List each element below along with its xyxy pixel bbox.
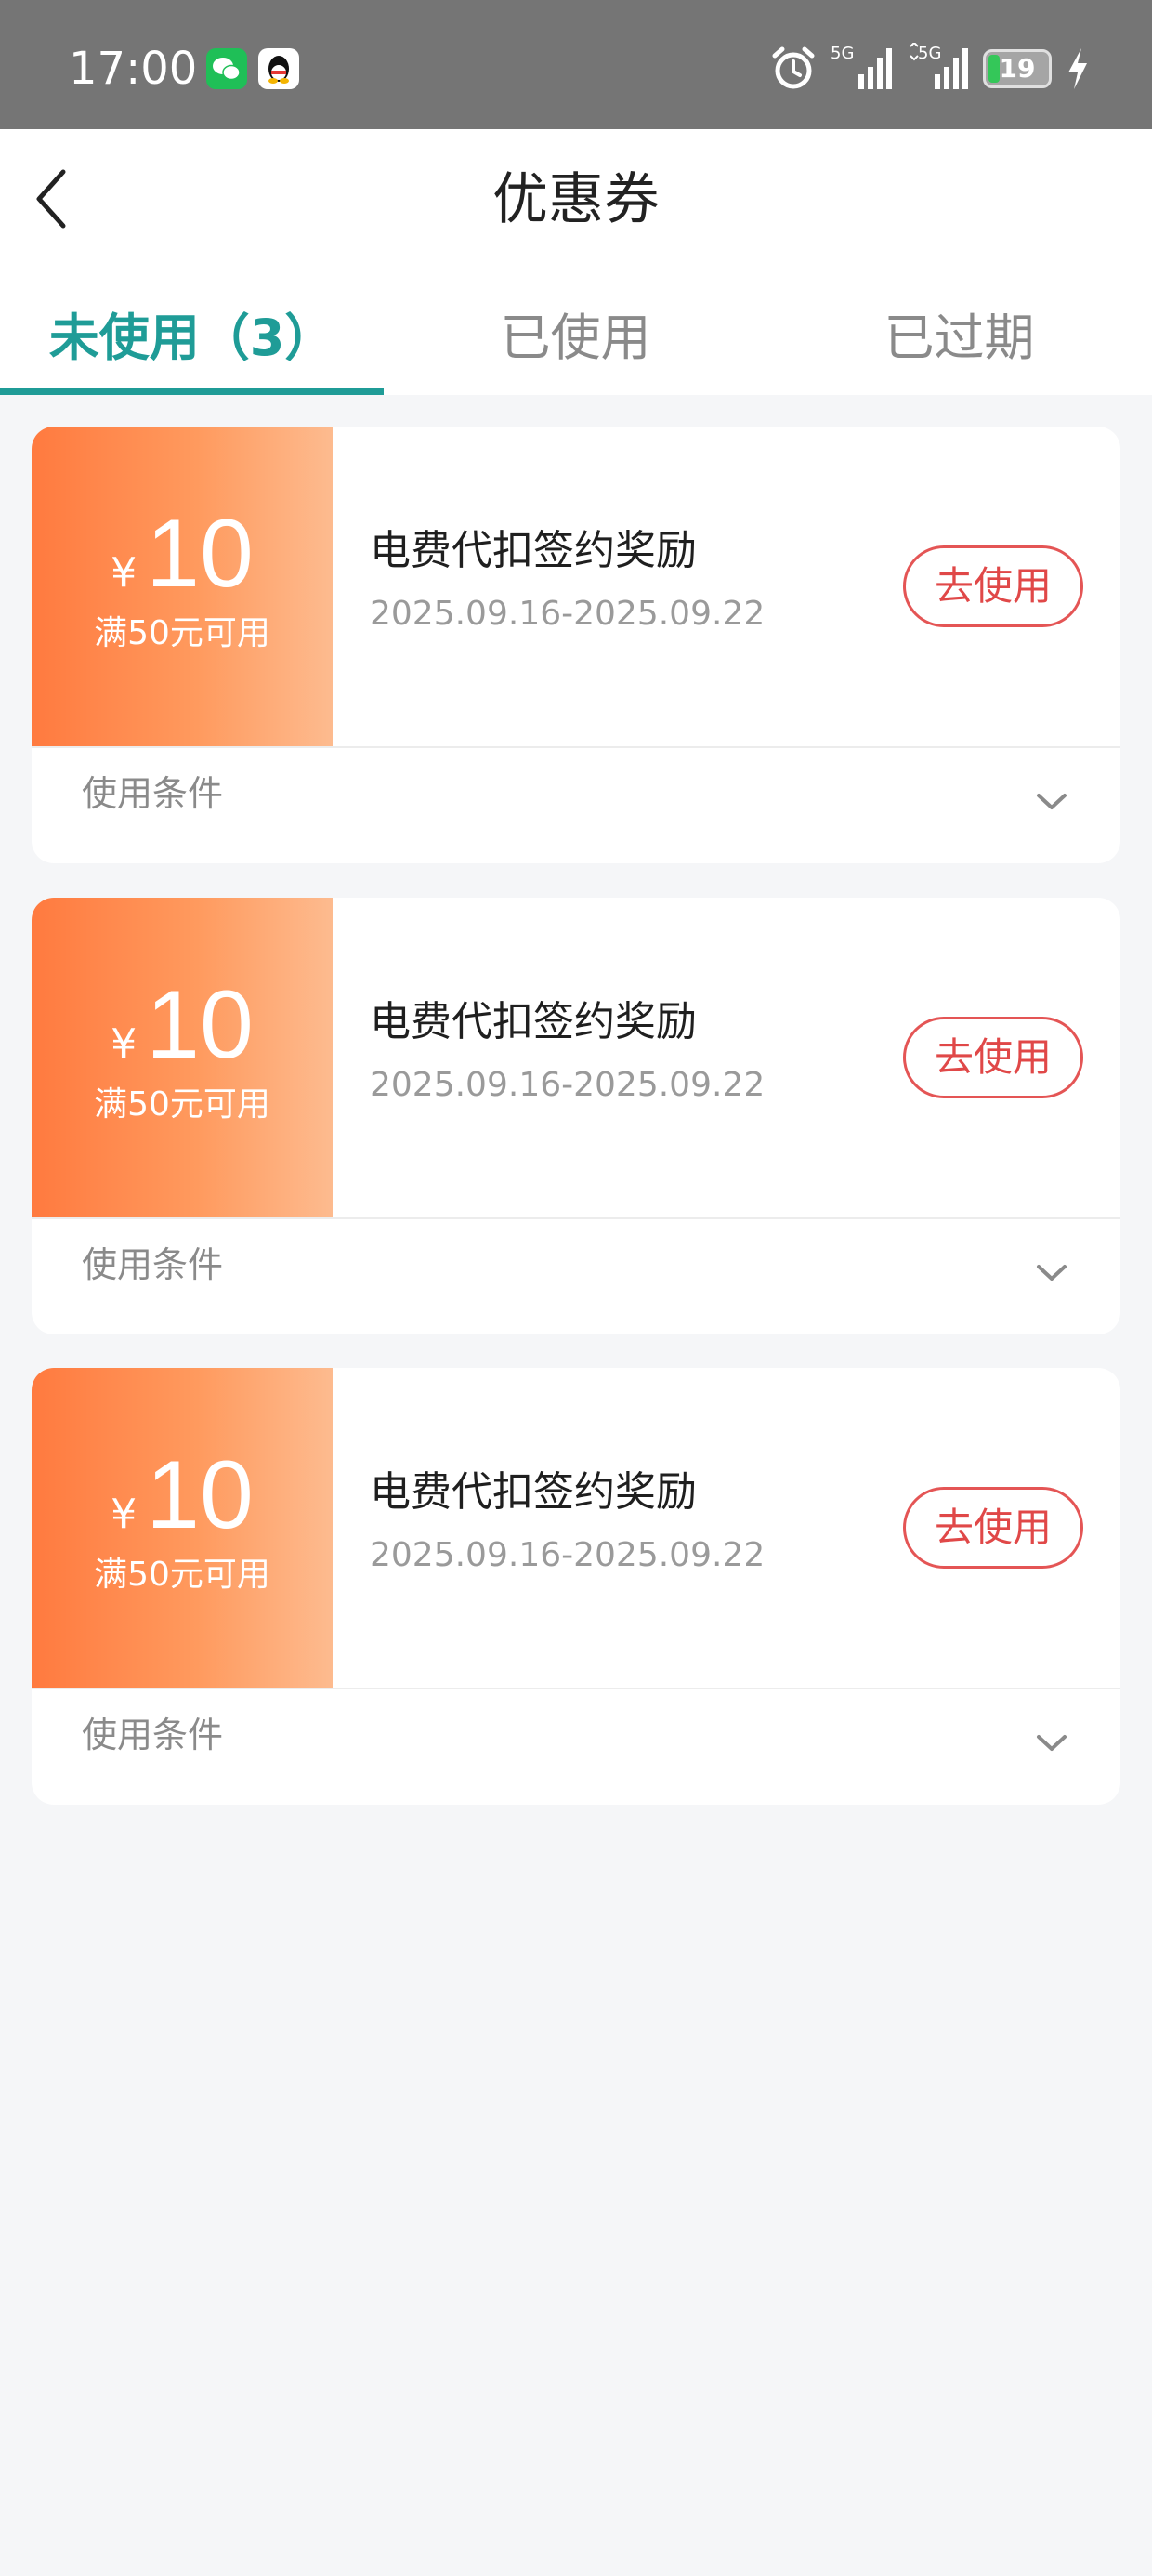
- usage-conditions-label: 使用条件: [82, 1715, 224, 1755]
- coupon-date-range: 2025.09.16-2025.09.22: [370, 1066, 766, 1104]
- status-time: 17:00: [69, 43, 198, 95]
- coupon-amount: 10: [146, 1441, 254, 1549]
- chevron-down-icon: [1037, 1735, 1067, 1751]
- coupon-amount: 10: [146, 500, 254, 608]
- coupon-condition: 满50元可用: [94, 614, 270, 652]
- usage-conditions-toggle[interactable]: 使用条件: [32, 1219, 1120, 1334]
- signal-icon-2: 5G: [907, 41, 970, 95]
- coupon-value-panel: ¥10 满50元可用: [32, 898, 333, 1217]
- network-type-label-2: 5G: [918, 44, 942, 63]
- chevron-down-icon: [1037, 1265, 1067, 1281]
- tab-expired[interactable]: 已过期: [767, 269, 1151, 395]
- charging-icon: [1065, 46, 1091, 91]
- use-coupon-button[interactable]: 去使用: [903, 545, 1083, 627]
- qq-icon: [258, 48, 299, 89]
- alarm-icon: [769, 45, 818, 93]
- coupon-card: ¥10 满50元可用 电费代扣签约奖励 2025.09.16-2025.09.2…: [32, 1368, 1120, 1805]
- coupon-name: 电费代扣签约奖励: [370, 1468, 697, 1516]
- signal-icon: 5G: [831, 43, 894, 95]
- tab-used[interactable]: 已使用: [384, 269, 767, 395]
- coupon-value-panel: ¥10 满50元可用: [32, 1368, 333, 1688]
- page-title: 优惠券: [492, 167, 660, 232]
- battery-icon: 19: [983, 49, 1052, 88]
- coupon-amount: 10: [146, 971, 254, 1079]
- usage-conditions-toggle[interactable]: 使用条件: [32, 1689, 1120, 1805]
- currency-symbol: ¥: [111, 549, 137, 597]
- chevron-down-icon: [1037, 794, 1067, 809]
- battery-level: 19: [999, 53, 1036, 84]
- usage-conditions-toggle[interactable]: 使用条件: [32, 748, 1120, 863]
- status-bar: 17:00 5G 5G 19: [0, 0, 1152, 129]
- coupon-date-range: 2025.09.16-2025.09.22: [370, 1536, 766, 1574]
- currency-symbol: ¥: [111, 1020, 137, 1068]
- tab-bar: 未使用（3） 已使用 已过期: [0, 269, 1152, 395]
- network-type-label: 5G: [831, 44, 855, 63]
- usage-conditions-label: 使用条件: [82, 773, 224, 814]
- coupon-name: 电费代扣签约奖励: [370, 998, 697, 1045]
- coupon-value-panel: ¥10 满50元可用: [32, 427, 333, 746]
- use-coupon-button[interactable]: 去使用: [903, 1017, 1083, 1098]
- coupon-card: ¥10 满50元可用 电费代扣签约奖励 2025.09.16-2025.09.2…: [32, 898, 1120, 1334]
- coupon-date-range: 2025.09.16-2025.09.22: [370, 595, 766, 633]
- usage-conditions-label: 使用条件: [82, 1244, 224, 1285]
- currency-symbol: ¥: [111, 1491, 137, 1538]
- nav-header: 优惠券: [0, 129, 1152, 269]
- active-tab-indicator: [0, 388, 384, 395]
- coupon-condition: 满50元可用: [94, 1556, 270, 1594]
- wechat-icon: [206, 48, 247, 89]
- coupon-name: 电费代扣签约奖励: [370, 527, 697, 574]
- tab-unused[interactable]: 未使用（3）: [0, 269, 384, 395]
- use-coupon-button[interactable]: 去使用: [903, 1487, 1083, 1569]
- coupon-condition: 满50元可用: [94, 1085, 270, 1124]
- coupon-card: ¥10 满50元可用 电费代扣签约奖励 2025.09.16-2025.09.2…: [32, 427, 1120, 863]
- status-icons: 5G 5G 19: [769, 41, 1091, 95]
